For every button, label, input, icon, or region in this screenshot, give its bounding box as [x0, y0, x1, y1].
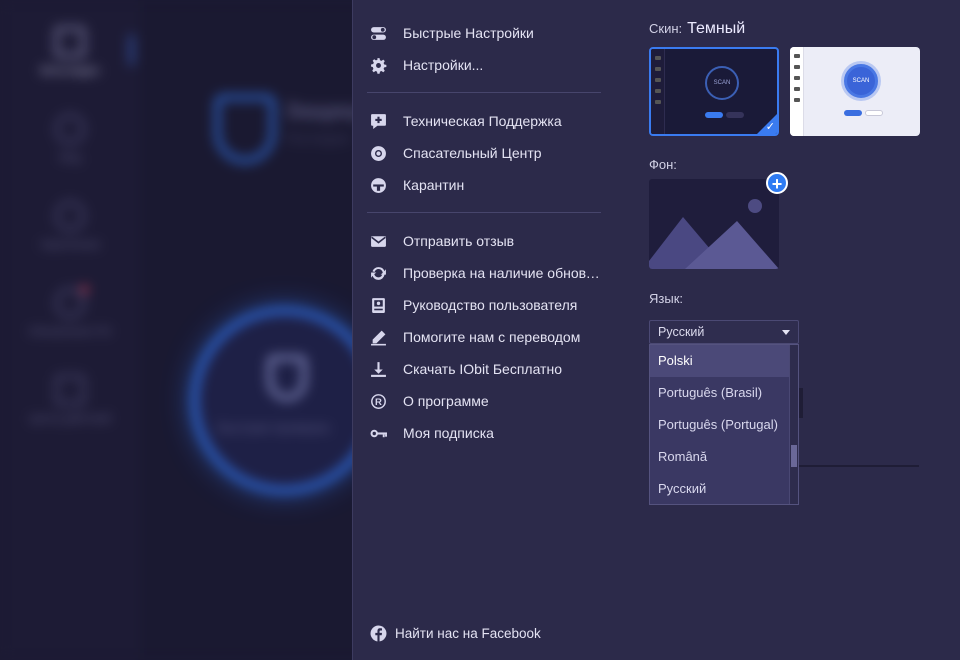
thumb-scan-ring: SCAN — [844, 64, 878, 98]
bg-sidebar-item-4: Обновление ПО — [0, 286, 140, 338]
bg-sidebar-item-5: Центр действий — [0, 375, 140, 425]
bg-subtitle: Последни — [285, 130, 350, 146]
shield-icon — [215, 95, 275, 163]
menu-item-my-subscription[interactable]: Моя подписка — [367, 417, 603, 449]
chevron-down-icon — [782, 329, 790, 335]
refresh-icon — [369, 264, 387, 282]
key-icon — [369, 424, 387, 442]
notification-badge — [81, 286, 88, 293]
mail-icon — [369, 232, 387, 250]
menu-item-label: Карантин — [403, 177, 465, 193]
menu-item-label: Настройки... — [403, 57, 484, 73]
bg-title: Защищ — [285, 98, 352, 123]
bg-sidebar-label: Волк-видео — [40, 65, 100, 77]
menu-item-check-updates[interactable]: Проверка на наличие обновлений — [367, 257, 603, 289]
download-icon — [369, 360, 387, 378]
language-selected-value: Русский — [658, 325, 705, 339]
registered-icon: R — [369, 392, 387, 410]
thumb-button — [705, 112, 723, 118]
bg-sidebar-label: Мод — [59, 152, 81, 164]
quarantine-icon — [369, 176, 387, 194]
menu-item-label: Скачать IObit Бесплатно — [403, 361, 562, 377]
bg-scan-label: Быстрая проверка — [218, 420, 330, 435]
globe-icon — [55, 114, 85, 144]
menu-item-label: Быстрые Настройки — [403, 25, 534, 41]
menu-item-label: Моя подписка — [403, 425, 494, 441]
facebook-label: Найти нас на Facebook — [395, 625, 541, 641]
menu-item-label: Руководство пользователя — [403, 297, 578, 313]
scrollbar-thumb[interactable] — [791, 445, 797, 467]
grid-icon — [55, 375, 85, 405]
menu-item-rescue-center[interactable]: Спасательный Центр — [367, 137, 603, 169]
language-option-russian[interactable]: Русский — [650, 473, 790, 504]
thumb-button — [844, 110, 862, 116]
background-image-placeholder[interactable] — [649, 179, 779, 269]
background-blur-layer: Волк-видео Мод Укрепление Обновление ПО … — [0, 0, 352, 660]
menu-list: Быстрые Настройки Настройки... Техническ… — [367, 17, 603, 449]
menu-divider — [367, 212, 601, 213]
menu-item-label: Помогите нам с переводом — [403, 329, 581, 345]
language-option-pt-pt[interactable]: Português (Portugal) — [650, 409, 790, 441]
skin-row: Скин: Темный — [649, 20, 745, 38]
background-app: Волк-видео Мод Укрепление Обновление ПО … — [0, 0, 352, 660]
facebook-link[interactable]: Найти нас на Facebook — [369, 624, 541, 642]
lifebuoy-icon — [369, 144, 387, 162]
shield-icon — [268, 356, 306, 400]
add-background-button[interactable]: + — [766, 172, 788, 194]
thumb-button — [865, 110, 883, 116]
language-option-romana[interactable]: Română — [650, 441, 790, 473]
menu-divider — [367, 92, 601, 93]
book-icon — [369, 296, 387, 314]
language-select[interactable]: Русский — [649, 320, 799, 344]
pencil-icon — [369, 328, 387, 346]
menu-item-user-guide[interactable]: Руководство пользователя — [367, 289, 603, 321]
menu-item-label: О программе — [403, 393, 489, 409]
language-dropdown: Polski Português (Brasil) Português (Por… — [649, 344, 799, 505]
menu-item-label: Проверка на наличие обновлений — [403, 265, 603, 281]
shield-icon — [55, 27, 85, 57]
gear-icon — [369, 56, 387, 74]
language-label: Язык: — [649, 291, 683, 306]
dropdown-scrollbar[interactable] — [789, 345, 798, 504]
bg-sidebar-label: Укрепление — [39, 239, 101, 251]
hidden-divider — [799, 465, 919, 467]
skin-option-dark[interactable]: SCAN ✓ — [649, 47, 779, 136]
toggle-icon — [369, 24, 387, 42]
skin-value: Темный — [687, 20, 746, 37]
thumb-sidebar — [790, 47, 804, 136]
menu-item-about[interactable]: R О программе — [367, 385, 603, 417]
menu-item-quarantine[interactable]: Карантин — [367, 169, 603, 201]
svg-text:R: R — [375, 396, 382, 407]
thumb-scan-ring: SCAN — [705, 66, 739, 100]
skin-option-light[interactable]: SCAN — [790, 47, 920, 136]
background-label: Фон: — [649, 157, 677, 172]
menu-item-label: Спасательный Центр — [403, 145, 542, 161]
menu-item-download-free[interactable]: Скачать IObit Бесплатно — [367, 353, 603, 385]
menu-item-send-feedback[interactable]: Отправить отзыв — [367, 225, 603, 257]
menu-item-settings[interactable]: Настройки... — [367, 49, 603, 81]
bg-sidebar-label: Центр действий — [29, 413, 111, 425]
settings-menu-panel: Быстрые Настройки Настройки... Техническ… — [352, 0, 960, 660]
bg-sidebar-item-protection: Волк-видео — [0, 27, 140, 77]
bg-sidebar-item-2: Мод — [0, 114, 140, 164]
menu-item-label: Отправить отзыв — [403, 233, 515, 249]
skin-label: Скин: — [649, 21, 683, 36]
update-icon — [55, 288, 85, 318]
image-placeholder-icon — [649, 199, 779, 269]
language-option-polski[interactable]: Polski — [650, 345, 790, 377]
gauge-icon — [55, 201, 85, 231]
menu-item-help-translate[interactable]: Помогите нам с переводом — [367, 321, 603, 353]
support-icon — [369, 112, 387, 130]
menu-item-tech-support[interactable]: Техническая Поддержка — [367, 105, 603, 137]
thumb-sidebar — [651, 49, 665, 134]
facebook-icon — [369, 624, 387, 642]
bg-sidebar-label: Обновление ПО — [28, 326, 112, 338]
language-option-pt-br[interactable]: Português (Brasil) — [650, 377, 790, 409]
thumb-button — [726, 112, 744, 118]
bg-sidebar-item-3: Укрепление — [0, 201, 140, 251]
menu-item-label: Техническая Поддержка — [403, 113, 562, 129]
menu-item-quick-settings[interactable]: Быстрые Настройки — [367, 17, 603, 49]
check-icon: ✓ — [765, 121, 775, 133]
